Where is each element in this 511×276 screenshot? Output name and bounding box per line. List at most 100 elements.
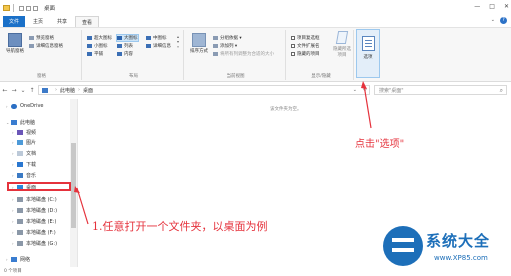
options-icon xyxy=(361,36,375,51)
nav-pane-scrollbar[interactable] xyxy=(70,99,77,267)
network-icon xyxy=(11,256,17,262)
minimize-button[interactable]: — xyxy=(474,3,480,10)
add-columns-label: 添加列 ▾ xyxy=(220,44,238,49)
breadcrumb-desktop[interactable]: 桌面 xyxy=(83,87,93,94)
maximize-button[interactable]: □ xyxy=(489,3,495,10)
forward-button[interactable]: → xyxy=(10,87,18,94)
nav-item-videos[interactable]: › 视频 xyxy=(12,128,36,136)
group-label: 当前视图 xyxy=(226,74,245,79)
preview-pane-label: 预览窗格 xyxy=(36,36,54,41)
layout-option[interactable]: 平铺 xyxy=(87,51,103,57)
details-pane-icon xyxy=(29,44,34,48)
address-bar[interactable]: › 此电脑 › 桌面 ⌄ ↻ xyxy=(38,85,370,95)
nav-item-onedrive[interactable]: › OneDrive xyxy=(6,102,44,110)
breadcrumb-separator: › xyxy=(78,87,81,93)
preview-pane-button[interactable]: 预览窗格 xyxy=(29,35,54,41)
group-label: 窗格 xyxy=(37,74,46,79)
checkbox[interactable] xyxy=(291,44,295,48)
drive-icon xyxy=(17,229,23,235)
search-icon[interactable]: ⌕ xyxy=(500,87,503,95)
size-columns-button[interactable]: 将所有列调整为合适的大小 xyxy=(213,51,274,57)
group-by-label: 分组依据 ▾ xyxy=(220,36,242,41)
cloud-icon xyxy=(11,103,17,109)
layout-option[interactable]: 列表 xyxy=(117,43,133,49)
help-icon[interactable]: ? xyxy=(500,17,507,24)
address-row: ← → ⌄ ↑ › 此电脑 › 桌面 ⌄ ↻ 搜索"桌面" ⌕ xyxy=(0,84,511,97)
empty-folder-message: 该文件夹为空。 xyxy=(270,107,302,112)
folder-icon xyxy=(3,5,10,11)
up-button[interactable]: ↑ xyxy=(28,87,36,94)
hidden-items-label: 隐藏的项目 xyxy=(297,52,320,57)
layout-option-label: 列表 xyxy=(124,44,133,49)
nav-item-drive-g[interactable]: › 本地磁盘 (G:) xyxy=(12,239,57,247)
watermark: 系统大全 www.XP85.com xyxy=(382,224,510,276)
checkbox[interactable] xyxy=(291,52,295,56)
documents-folder-icon xyxy=(17,150,23,156)
nav-item-downloads[interactable]: › 下载 xyxy=(12,160,36,168)
options-button[interactable]: 选项 xyxy=(356,29,380,78)
tab-file[interactable]: 文件 xyxy=(3,16,26,27)
details-pane-button[interactable]: 详细信息窗格 xyxy=(29,43,63,49)
hide-selected-icon xyxy=(335,31,349,44)
checkbox[interactable] xyxy=(291,36,295,40)
layout-scroll[interactable]: ▴ ▾ ▿ xyxy=(177,34,181,49)
group-by-button[interactable]: 分组依据 ▾ xyxy=(213,35,242,41)
new-folder-icon[interactable] xyxy=(26,5,31,11)
hidden-items-toggle[interactable]: 隐藏的项目 xyxy=(291,51,320,57)
add-columns-button[interactable]: 添加列 ▾ xyxy=(213,43,237,49)
layout-option[interactable]: 中图标 xyxy=(146,35,167,41)
nav-item-drive-f[interactable]: › 本地磁盘 (F:) xyxy=(12,228,56,236)
nav-item-network[interactable]: › 网络 xyxy=(6,255,30,263)
file-extensions-toggle[interactable]: 文件扩展名 xyxy=(291,43,320,49)
nav-pane-icon xyxy=(8,33,22,47)
tab-share[interactable]: 共享 xyxy=(51,16,73,27)
back-button[interactable]: ← xyxy=(1,87,9,94)
nav-item-this-pc[interactable]: ⌄ 此电脑 xyxy=(6,118,35,126)
nav-item-pictures[interactable]: › 图片 xyxy=(12,138,36,146)
sort-by-button[interactable]: 排序方式 xyxy=(188,33,210,54)
layout-option-label: 大图标 xyxy=(124,36,138,41)
details-pane-label: 详细信息窗格 xyxy=(36,44,63,49)
close-button[interactable]: ✕ xyxy=(504,3,509,10)
nav-pane-button[interactable]: 导航窗格 xyxy=(4,33,26,54)
hide-selected-button[interactable]: 隐藏所选项目 xyxy=(332,31,352,58)
recent-locations-button[interactable]: ⌄ xyxy=(19,87,27,94)
item-checkboxes-toggle[interactable]: 项目复选框 xyxy=(291,35,320,41)
nav-item-drive-d[interactable]: › 本地磁盘 (D:) xyxy=(12,206,57,214)
search-input[interactable]: 搜索"桌面" ⌕ xyxy=(374,85,507,95)
drive-icon xyxy=(17,218,23,224)
item-count: 0 个项目 xyxy=(4,269,22,274)
nav-item-label: 图片 xyxy=(26,139,37,146)
scrollbar-thumb[interactable] xyxy=(71,143,76,228)
breadcrumb-separator: › xyxy=(55,87,57,93)
nav-item-documents[interactable]: › 文档 xyxy=(12,149,36,157)
video-folder-icon xyxy=(17,129,23,135)
tab-home[interactable]: 主页 xyxy=(27,16,49,27)
tab-view[interactable]: 查看 xyxy=(75,16,100,27)
layout-option[interactable]: 内容 xyxy=(117,51,133,57)
size-columns-icon xyxy=(213,52,218,56)
nav-item-label: 视频 xyxy=(26,129,37,136)
window-controls: — □ ✕ xyxy=(474,3,509,10)
nav-item-label: 音乐 xyxy=(26,172,37,179)
quick-access-dropdown-icon[interactable] xyxy=(33,5,38,11)
ribbon-tabs: 文件 主页 共享 查看 ⌄ ? xyxy=(0,16,511,28)
collapse-ribbon-icon[interactable]: ⌄ xyxy=(491,17,495,24)
annotation-step-2: 点击"选项" xyxy=(355,139,405,150)
layout-option[interactable]: 超大图标 xyxy=(87,35,112,41)
address-dropdown-icon[interactable]: ⌄ xyxy=(353,87,357,93)
layout-option[interactable]: 详细信息 xyxy=(146,43,171,49)
nav-item-drive-e[interactable]: › 本地磁盘 (E:) xyxy=(12,217,56,225)
layout-option-label: 超大图标 xyxy=(94,36,112,41)
nav-item-drive-c[interactable]: › 本地磁盘 (C:) xyxy=(12,195,57,203)
watermark-title: 系统大全 xyxy=(426,232,491,250)
pc-icon xyxy=(42,87,48,93)
layout-option[interactable]: 小图标 xyxy=(87,43,108,49)
breadcrumb-this-pc[interactable]: 此电脑 xyxy=(60,87,75,94)
properties-icon[interactable] xyxy=(19,5,24,11)
layout-option-selected[interactable]: 大图标 xyxy=(116,34,139,42)
nav-item-music[interactable]: › 音乐 xyxy=(12,171,36,179)
refresh-icon[interactable]: ↻ xyxy=(363,87,367,93)
nav-item-label: 本地磁盘 (G:) xyxy=(26,240,58,247)
divider xyxy=(13,4,14,12)
